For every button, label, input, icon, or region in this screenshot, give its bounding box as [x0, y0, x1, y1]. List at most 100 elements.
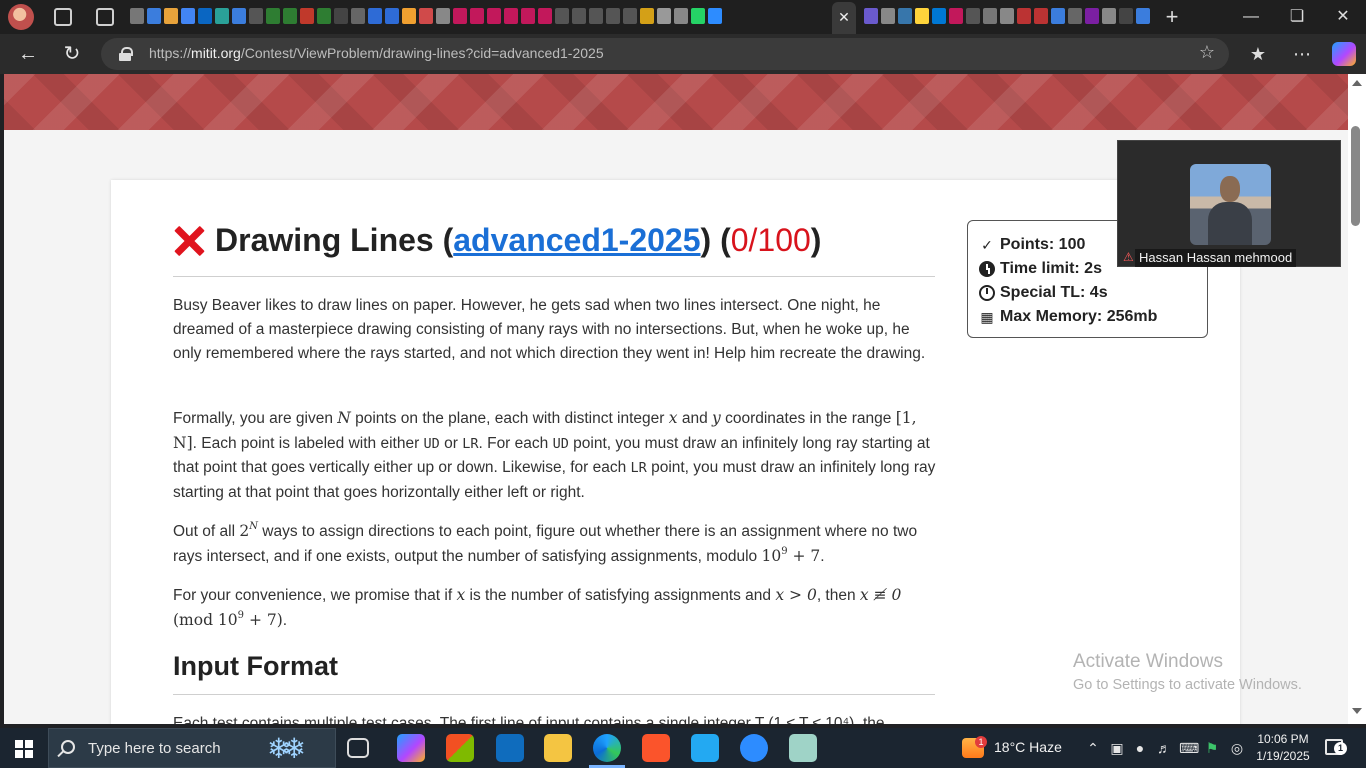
zoom-icon[interactable] — [740, 734, 768, 762]
close-window-icon[interactable]: ✕ — [1328, 4, 1358, 30]
minimize-icon[interactable]: — — [1236, 4, 1266, 30]
outlook-icon[interactable] — [496, 734, 524, 762]
task-view-icon[interactable] — [347, 738, 369, 758]
address-bar[interactable]: https://mitit.org/Contest/ViewProblem/dr… — [101, 38, 1229, 70]
tab[interactable] — [1102, 8, 1116, 24]
taskbar-search[interactable]: Type here to search ❄❄ — [48, 728, 336, 768]
tab[interactable] — [368, 8, 382, 24]
tab[interactable] — [300, 8, 314, 24]
tab[interactable] — [657, 8, 671, 24]
math-mod: + 7) — [244, 611, 283, 630]
tab[interactable] — [334, 8, 348, 24]
text: Formally, you are given — [173, 410, 338, 427]
system-clock[interactable]: 10:06 PM 1/19/2025 — [1250, 731, 1316, 765]
video-call-overlay[interactable]: ⚠ Hassan Hassan mehmood — [1117, 140, 1341, 267]
tab[interactable] — [881, 8, 895, 24]
tab[interactable] — [1085, 8, 1099, 24]
tab[interactable] — [147, 8, 161, 24]
edge-icon[interactable] — [593, 734, 621, 762]
tab[interactable] — [164, 8, 178, 24]
profile-avatar[interactable] — [8, 4, 34, 30]
active-tab-close-button[interactable]: ✕ — [832, 2, 856, 34]
copilot-app-icon[interactable] — [397, 734, 425, 762]
show-hidden-icons-icon[interactable]: ⌃ — [1084, 739, 1102, 757]
weather-text[interactable]: 18°C Haze — [994, 739, 1062, 755]
tab[interactable] — [674, 8, 688, 24]
scroll-up-arrow[interactable] — [1352, 80, 1362, 86]
tab[interactable] — [385, 8, 399, 24]
tab[interactable] — [130, 8, 144, 24]
tab[interactable] — [708, 8, 722, 24]
tab[interactable] — [419, 8, 433, 24]
tab[interactable] — [317, 8, 331, 24]
tab[interactable] — [555, 8, 569, 24]
tab[interactable] — [436, 8, 450, 24]
tab[interactable] — [470, 8, 484, 24]
refresh-icon[interactable]: ↻ — [58, 40, 86, 68]
favorites-icon[interactable]: ★ — [1244, 41, 1272, 67]
tab-actions-icon[interactable] — [96, 8, 114, 26]
tab[interactable] — [402, 8, 416, 24]
restore-icon[interactable]: ❏ — [1282, 4, 1312, 30]
vscode-icon[interactable] — [691, 734, 719, 762]
url-text[interactable]: https://mitit.org/Contest/ViewProblem/dr… — [149, 45, 604, 61]
tab[interactable] — [232, 8, 246, 24]
lock-icon[interactable] — [119, 47, 133, 61]
muted-mic-icon: ⚠ — [1123, 250, 1134, 264]
tab[interactable] — [453, 8, 467, 24]
tab[interactable] — [1017, 8, 1031, 24]
tab[interactable] — [1034, 8, 1048, 24]
tab[interactable] — [1119, 8, 1133, 24]
tab[interactable] — [266, 8, 280, 24]
camera-icon[interactable]: ▣ — [1108, 739, 1126, 757]
tab[interactable] — [521, 8, 535, 24]
tab[interactable] — [640, 8, 654, 24]
workspaces-icon[interactable] — [54, 8, 72, 26]
tab[interactable] — [487, 8, 501, 24]
tab[interactable] — [198, 8, 212, 24]
page-scrollbar[interactable] — [1348, 74, 1366, 724]
copilot-icon[interactable] — [1332, 42, 1356, 66]
tab[interactable] — [351, 8, 365, 24]
tab[interactable] — [215, 8, 229, 24]
security-shield-icon[interactable]: ⚑ — [1203, 739, 1221, 757]
scroll-down-arrow[interactable] — [1352, 708, 1362, 714]
more-options-icon[interactable]: ⋯ — [1288, 41, 1316, 67]
tab[interactable] — [1000, 8, 1014, 24]
windows-start-icon[interactable] — [15, 740, 33, 758]
tab[interactable] — [572, 8, 586, 24]
tab[interactable] — [283, 8, 297, 24]
file-explorer-icon[interactable] — [544, 734, 572, 762]
scroll-thumb[interactable] — [1351, 126, 1360, 226]
tab[interactable] — [1051, 8, 1065, 24]
math-exponent: N — [249, 521, 258, 532]
tab[interactable] — [589, 8, 603, 24]
tab[interactable] — [504, 8, 518, 24]
tab[interactable] — [983, 8, 997, 24]
tab[interactable] — [249, 8, 263, 24]
tab[interactable] — [966, 8, 980, 24]
tab[interactable] — [898, 8, 912, 24]
tab[interactable] — [606, 8, 620, 24]
tab[interactable] — [538, 8, 552, 24]
tab[interactable] — [949, 8, 963, 24]
store-icon[interactable] — [446, 734, 474, 762]
notepad-icon[interactable] — [789, 734, 817, 762]
tab[interactable] — [623, 8, 637, 24]
volume-icon[interactable]: ♬ — [1155, 739, 1173, 757]
tab[interactable] — [1136, 8, 1150, 24]
input-method-icon[interactable]: ⌨ — [1179, 739, 1199, 757]
network-icon[interactable]: ◎ — [1228, 739, 1246, 757]
contest-link[interactable]: advanced1-2025 — [453, 222, 700, 259]
tab[interactable] — [864, 8, 878, 24]
microphone-icon[interactable]: ● — [1131, 739, 1149, 757]
favorite-star-icon[interactable]: ☆ — [1199, 42, 1215, 63]
tab[interactable] — [915, 8, 929, 24]
tab[interactable] — [1068, 8, 1082, 24]
brave-icon[interactable] — [642, 734, 670, 762]
new-tab-button[interactable]: + — [1160, 4, 1184, 30]
tab[interactable] — [691, 8, 705, 24]
tab[interactable] — [181, 8, 195, 24]
tab[interactable] — [932, 8, 946, 24]
back-arrow-icon[interactable]: ← — [14, 40, 42, 68]
